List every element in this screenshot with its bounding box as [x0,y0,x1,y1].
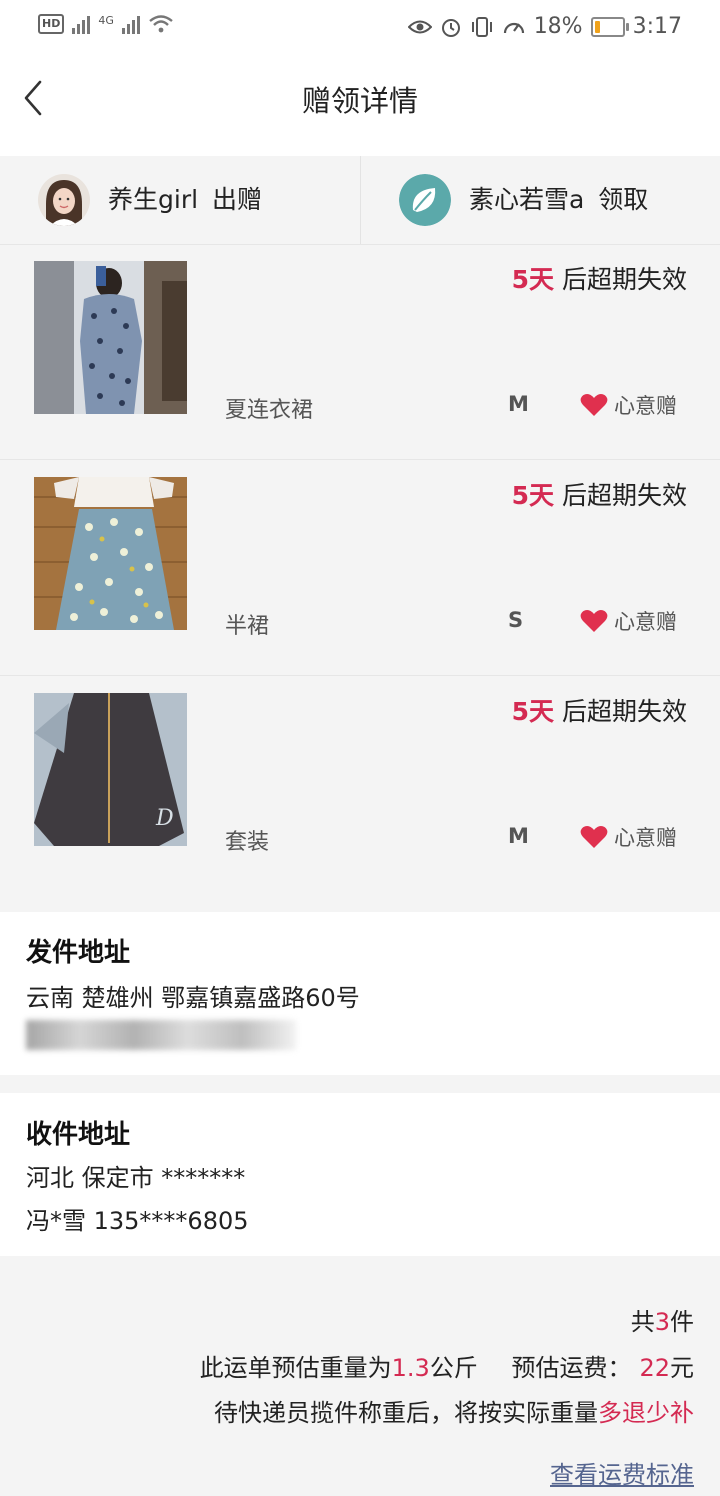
gift-label: 心意赠 [614,610,677,634]
receiver-name: 素心若雪a [469,185,585,214]
gift-type: 心意赠 [580,606,677,636]
speedometer-icon [503,22,524,33]
receive-contact: 冯*雪 135****6805 [26,1207,249,1235]
battery-percent: 18% [533,14,583,39]
item-name: 夏连衣裙 [225,398,314,423]
gift-item[interactable]: 5天 后超期失效 半裙 S 心意赠 [0,460,720,676]
hd-badge: HD [38,14,65,34]
expire-text: 5天 后超期失效 [512,476,687,512]
count-value: 3 [654,1308,670,1336]
item-thumbnail [34,477,187,630]
fee-label: 预估运费： [511,1354,632,1382]
gift-label: 心意赠 [614,394,677,418]
receiver-name-line: 素心若雪a 领取 [469,180,648,216]
send-address-text: 云南 楚雄州 鄂嘉镇嘉盛路60号 [26,984,360,1012]
fee-value: 22 [639,1354,670,1382]
expire-suffix: 后超期失效 [561,697,687,726]
dress-photo [34,261,187,414]
item-thumbnail: D [34,693,187,846]
network-type: 4G [98,14,114,27]
giver-name-line: 养生girl 出赠 [108,180,262,216]
skirt-photo [34,477,187,630]
gift-label: 心意赠 [614,826,677,850]
item-name: 半裙 [225,614,270,639]
status-right: 18% 3:17 [407,14,682,39]
item-thumbnail [34,261,187,414]
weight-fee-line: 此运单预估重量为1.3公斤 预估运费： 22元 [200,1348,694,1383]
giver-action: 出赠 [212,185,263,214]
signal-icon-2 [121,14,140,34]
status-time: 3:17 [632,14,682,39]
expire-days: 5天 [511,481,555,510]
header: 赠领详情 [0,56,720,156]
chevron-left-icon[interactable] [18,78,48,118]
expire-text: 5天 后超期失效 [512,692,687,728]
send-address-title: 发件地址 [26,938,131,968]
note-highlight: 多退少补 [598,1399,694,1427]
shipping-fee-standard-link[interactable]: 查看运费标准 [550,1455,694,1490]
alarm-icon [441,18,460,37]
item-name: 套装 [225,830,270,855]
weight-unit: 公斤 [429,1354,478,1382]
heart-icon [580,826,608,848]
receiver-block[interactable] [399,174,451,226]
receiver-avatar [399,174,451,226]
expire-text: 5天 后超期失效 [512,260,687,296]
avatar-photo [38,174,90,226]
users-divider [360,156,361,244]
giver-avatar [38,174,90,226]
svg-text:D: D [155,806,174,831]
wifi-icon [149,15,173,33]
redacted-contact [26,1020,296,1050]
count-suffix: 件 [670,1308,694,1336]
eye-icon [407,20,432,33]
heart-icon [580,610,608,632]
receive-address-text: 河北 保定市 ******* [26,1164,246,1192]
heart-icon [580,394,608,416]
gift-type: 心意赠 [580,390,677,420]
signal-icon [72,14,91,34]
item-size: M [508,824,529,848]
weight-prefix: 此运单预估重量为 [199,1354,392,1382]
gift-type: 心意赠 [580,822,677,852]
giver-name: 养生girl [108,185,199,214]
leaf-avatar-icon [399,174,451,226]
weight-value: 1.3 [391,1354,430,1382]
item-size: S [508,608,524,632]
battery-icon [590,16,629,37]
page-title: 赠领详情 [301,84,418,118]
receive-address-title: 收件地址 [26,1120,131,1150]
expire-days: 5天 [511,265,555,294]
expire-suffix: 后超期失效 [561,481,687,510]
gift-item[interactable]: D 5天 后超期失效 套装 M 心意赠 [0,676,720,891]
weight-note: 待快递员揽件称重后，将按实际重量多退少补 [214,1393,694,1428]
item-count: 共3件 [631,1302,694,1337]
expire-days: 5天 [511,697,555,726]
users-row: 养生girl 出赠 素心若雪a 领取 [0,156,720,245]
receiver-action: 领取 [598,185,649,214]
vibrate-icon [471,16,492,37]
battery-fill [594,20,600,33]
note-prefix: 待快递员揽件称重后，将按实际重量 [214,1399,598,1427]
item-size: M [508,392,529,416]
count-prefix: 共 [630,1308,655,1336]
expire-suffix: 后超期失效 [561,265,687,294]
giver-block[interactable] [38,174,90,226]
set-photo: D [34,693,187,846]
fee-unit: 元 [670,1354,694,1382]
gift-item[interactable]: 5天 后超期失效 夏连衣裙 M 心意赠 [0,244,720,460]
status-bar: HD 4G 18% 3:17 [0,0,720,56]
status-left: HD 4G [38,14,174,34]
